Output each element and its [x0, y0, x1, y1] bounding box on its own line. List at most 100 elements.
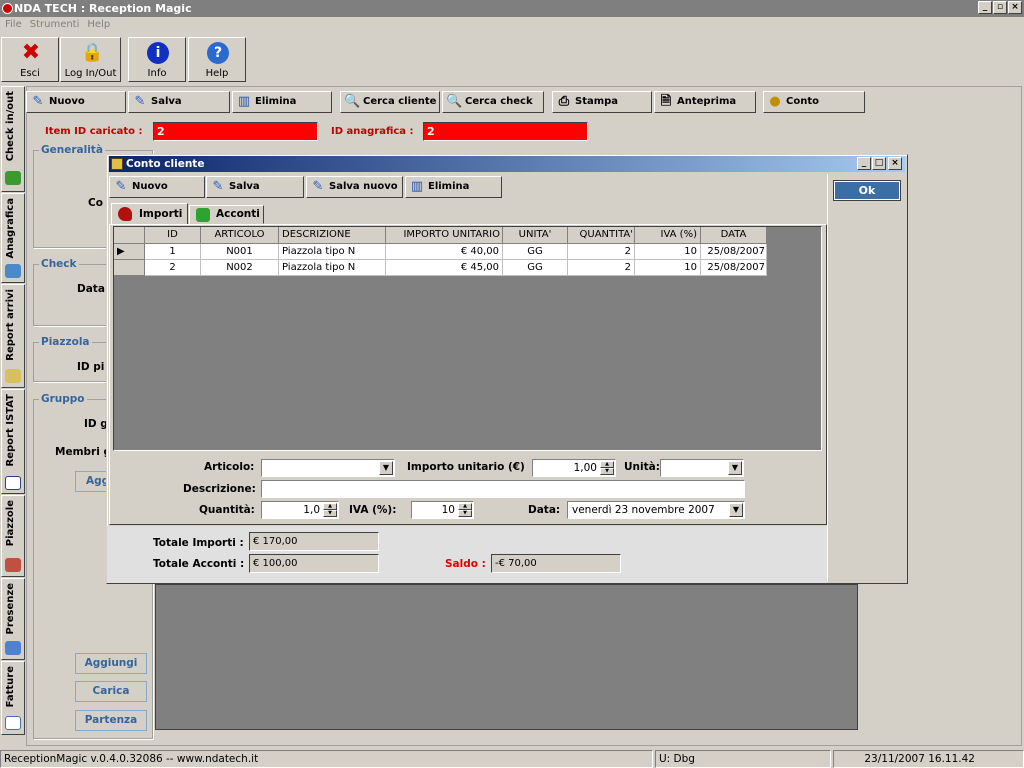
- cell-unita[interactable]: GG: [503, 260, 568, 276]
- importi-icon: [118, 207, 132, 221]
- dialog-new-button[interactable]: ✎ Nuovo: [109, 176, 205, 198]
- load-button[interactable]: Carica: [75, 681, 147, 702]
- menu-file[interactable]: File: [5, 19, 22, 30]
- col-header-descrizione[interactable]: DESCRIZIONE: [279, 227, 386, 244]
- search-check-button[interactable]: 🔍 Cerca check: [442, 91, 544, 113]
- iva-stepper[interactable]: 10 ▲ ▼: [411, 501, 474, 519]
- search-icon: 🔍: [344, 94, 361, 109]
- cell-importo[interactable]: € 40,00: [386, 244, 503, 260]
- cell-iva[interactable]: 10: [635, 260, 701, 276]
- cell-articolo[interactable]: N001: [201, 244, 279, 260]
- document-icon: [5, 476, 21, 490]
- acconti-icon: [196, 208, 210, 222]
- chevron-down-icon[interactable]: ▼: [729, 503, 743, 517]
- chevron-down-icon[interactable]: ▼: [379, 461, 393, 475]
- quantita-stepper[interactable]: 1,0 ▲ ▼: [261, 501, 339, 519]
- group-generalita-label: Generalità: [39, 144, 105, 156]
- menu-bar: File Strumenti Help: [0, 17, 1024, 33]
- help-button[interactable]: ? Help: [188, 37, 246, 82]
- totale-acconti-label: Totale Acconti :: [153, 558, 245, 570]
- account-button[interactable]: ● Conto: [763, 91, 865, 113]
- importi-grid: ID ARTICOLO DESCRIZIONE IMPORTO UNITARIO…: [113, 226, 822, 451]
- cell-descrizione[interactable]: Piazzola tipo N: [279, 244, 386, 260]
- delete-button[interactable]: ▥ Elimina: [232, 91, 332, 113]
- tab-acconti[interactable]: Acconti: [189, 205, 264, 224]
- menu-help[interactable]: Help: [87, 19, 110, 30]
- cell-importo[interactable]: € 45,00: [386, 260, 503, 276]
- spin-down-icon[interactable]: ▼: [600, 468, 614, 475]
- cell-data[interactable]: 25/08/2007: [701, 244, 767, 260]
- preview-button[interactable]: 🗎 Anteprima: [654, 91, 756, 113]
- menu-strumenti[interactable]: Strumenti: [30, 19, 80, 30]
- col-header-unita[interactable]: UNITA': [503, 227, 568, 244]
- login-button[interactable]: 🔒 Log In/Out: [60, 37, 121, 82]
- col-header-quantita[interactable]: QUANTITA': [568, 227, 635, 244]
- cell-descrizione[interactable]: Piazzola tipo N: [279, 260, 386, 276]
- trash-icon: ▥: [410, 179, 424, 194]
- col-header-id[interactable]: ID: [145, 227, 201, 244]
- dialog-save-button[interactable]: ✎ Salva: [206, 176, 304, 198]
- close-icon[interactable]: ×: [1008, 1, 1022, 14]
- spin-up-icon[interactable]: ▲: [323, 503, 337, 510]
- search-client-button[interactable]: 🔍 Cerca cliente: [340, 91, 440, 113]
- tab-anagrafica[interactable]: Anagrafica: [1, 193, 25, 283]
- printer-icon: ⎙: [558, 94, 570, 109]
- help-icon: ?: [207, 42, 229, 64]
- row-selector-icon: ▶: [114, 244, 145, 260]
- cell-quantita[interactable]: 2: [568, 260, 635, 276]
- cell-id[interactable]: 1: [145, 244, 201, 260]
- ok-button[interactable]: Ok: [833, 180, 901, 201]
- save-new-icon: ✎: [312, 179, 324, 194]
- dialog-close-icon[interactable]: ×: [888, 157, 902, 170]
- descrizione-input[interactable]: [261, 480, 745, 498]
- tab-report-istat[interactable]: Report ISTAT: [1, 389, 25, 494]
- col-header-iva[interactable]: IVA (%): [635, 227, 701, 244]
- minimize-icon[interactable]: _: [978, 1, 992, 14]
- exit-button[interactable]: ✖ Esci: [1, 37, 59, 82]
- info-button[interactable]: i Info: [128, 37, 186, 82]
- dialog-minimize-icon[interactable]: _: [857, 157, 871, 170]
- dialog-maximize-icon[interactable]: □: [872, 157, 886, 170]
- cell-unita[interactable]: GG: [503, 244, 568, 260]
- status-datetime: 23/11/2007 16.11.42: [833, 750, 1024, 768]
- col-header-importo[interactable]: IMPORTO UNITARIO: [386, 227, 503, 244]
- importo-stepper[interactable]: 1,00 ▲ ▼: [532, 459, 616, 477]
- app-title: NDA TECH : Reception Magic: [14, 2, 192, 15]
- tab-report-arrivi[interactable]: Report arrivi: [1, 284, 25, 388]
- chevron-down-icon[interactable]: ▼: [728, 461, 742, 475]
- tab-check-in-out[interactable]: Check in/out: [1, 86, 25, 192]
- new-doc-icon: ✎: [32, 94, 44, 109]
- anag-id-field[interactable]: 2: [423, 122, 588, 141]
- data-datepicker[interactable]: venerdì 23 novembre 2007 ▼: [567, 501, 745, 519]
- cell-articolo[interactable]: N002: [201, 260, 279, 276]
- departure-button[interactable]: Partenza: [75, 710, 147, 731]
- cell-id[interactable]: 2: [145, 260, 201, 276]
- articolo-label: Articolo:: [204, 461, 255, 473]
- col-header-data[interactable]: DATA: [701, 227, 767, 244]
- partial-label-membri: Membri g: [55, 446, 111, 458]
- search-icon: 🔍: [446, 94, 463, 109]
- new-button[interactable]: ✎ Nuovo: [26, 91, 126, 113]
- articolo-select[interactable]: ▼: [261, 459, 395, 477]
- col-header-articolo[interactable]: ARTICOLO: [201, 227, 279, 244]
- add-button[interactable]: Aggiungi: [75, 653, 147, 674]
- tab-piazzole[interactable]: Piazzole: [1, 495, 25, 577]
- spin-up-icon[interactable]: ▲: [458, 503, 472, 510]
- spin-down-icon[interactable]: ▼: [323, 510, 337, 517]
- grid-corner: [114, 227, 145, 244]
- cell-data[interactable]: 25/08/2007: [701, 260, 767, 276]
- tab-presenze[interactable]: Presenze: [1, 578, 25, 660]
- restore-icon[interactable]: ▫: [993, 1, 1007, 14]
- dialog-delete-button[interactable]: ▥ Elimina: [405, 176, 502, 198]
- spin-down-icon[interactable]: ▼: [458, 510, 472, 517]
- spin-up-icon[interactable]: ▲: [600, 461, 614, 468]
- tab-fatture[interactable]: Fatture: [1, 661, 25, 735]
- save-button[interactable]: ✎ Salva: [128, 91, 230, 113]
- cell-quantita[interactable]: 2: [568, 244, 635, 260]
- unita-select[interactable]: ▼: [660, 459, 744, 477]
- print-button[interactable]: ⎙ Stampa: [552, 91, 652, 113]
- cell-iva[interactable]: 10: [635, 244, 701, 260]
- item-id-field[interactable]: 2: [153, 122, 318, 141]
- tab-importi[interactable]: Importi: [111, 203, 188, 225]
- dialog-save-new-button[interactable]: ✎ Salva nuovo: [306, 176, 403, 198]
